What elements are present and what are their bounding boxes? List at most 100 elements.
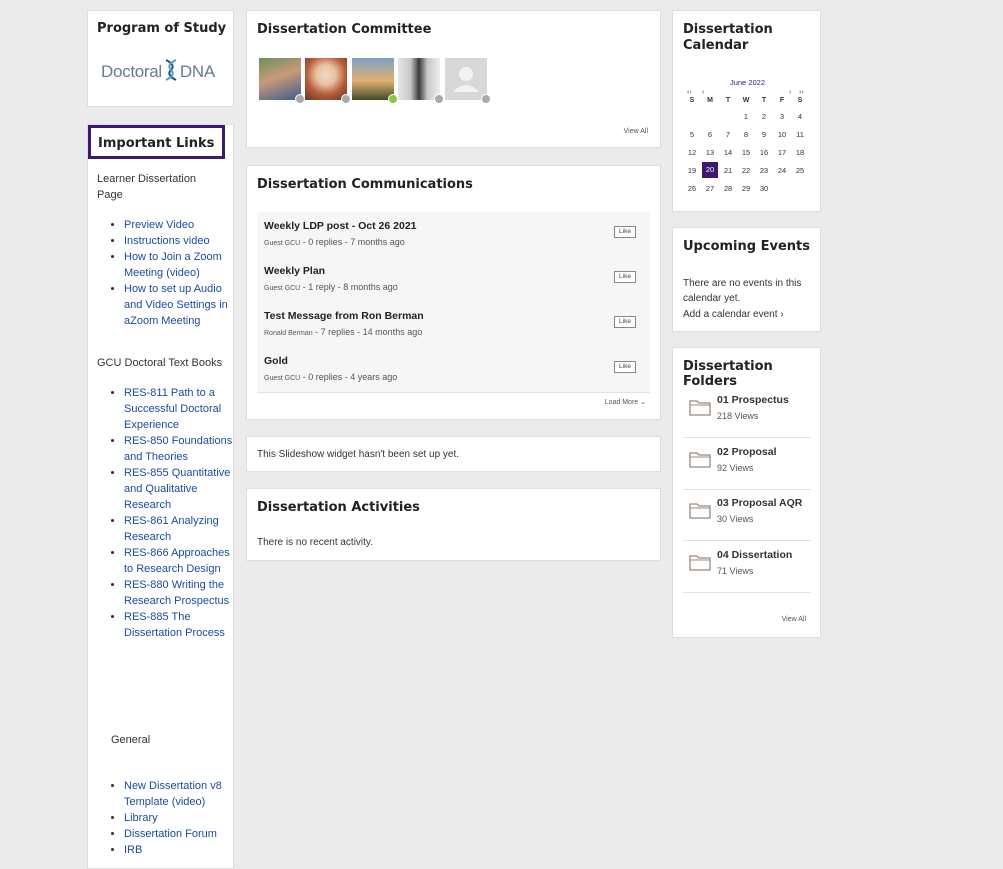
post-title[interactable]: Weekly Plan (264, 265, 325, 277)
calendar-day[interactable]: 30 (756, 184, 772, 193)
committee-member-avatar[interactable] (352, 58, 394, 100)
post-author[interactable]: Guest GCU (264, 285, 300, 292)
folder-icon (689, 553, 711, 576)
textbook-link[interactable]: RES-855 Quantitative and Qualitative Res… (124, 467, 230, 511)
list-item: Preview Video (124, 217, 234, 233)
weekday-header: S (689, 97, 695, 104)
post-age: 14 months ago (362, 327, 423, 337)
folder-name[interactable]: 03 Proposal AQR (717, 497, 802, 509)
calendar-day[interactable]: 11 (792, 130, 808, 139)
calendar-title: Dissertation Calendar (683, 22, 773, 53)
learner-link[interactable]: Instructions video (124, 235, 210, 247)
calendar-day[interactable]: 4 (792, 112, 808, 121)
calendar-day[interactable]: 23 (756, 166, 772, 175)
communication-post[interactable]: Test Message from Ron Berman Ronald Berma… (257, 302, 650, 348)
communications-title: Dissertation Communications (257, 177, 473, 192)
folder-item[interactable]: 04 Dissertation 71 Views (683, 541, 811, 593)
folders-view-all-link[interactable]: View All (782, 616, 806, 623)
calendar-day[interactable]: 26 (684, 184, 700, 193)
communication-post[interactable]: Gold Guest GCU - 0 replies - 4 years ago L… (257, 347, 650, 393)
load-more-link[interactable]: Load More ⌄ (605, 398, 646, 406)
learner-link[interactable]: Preview Video (124, 219, 194, 231)
textbook-link[interactable]: RES-866 Approaches to Research Design (124, 547, 230, 575)
calendar-day[interactable]: 14 (720, 148, 736, 157)
calendar-day[interactable]: 17 (774, 148, 790, 157)
program-of-study-widget: Program of Study Doctoral DNA (87, 10, 234, 107)
presence-status-dot (388, 94, 398, 104)
list-item: RES-861 Analyzing Research (124, 513, 234, 545)
presence-status-dot (434, 94, 444, 104)
dna-helix-icon (164, 59, 178, 86)
general-link[interactable]: Library (124, 812, 158, 824)
committee-member-avatar[interactable] (398, 58, 440, 100)
calendar-day[interactable]: 18 (792, 148, 808, 157)
post-author[interactable]: Guest GCU (264, 240, 300, 247)
calendar-day[interactable]: 9 (756, 130, 772, 139)
committee-member-avatar[interactable] (305, 58, 347, 100)
chevron-down-icon: ⌄ (640, 399, 646, 406)
post-title[interactable]: Test Message from Ron Berman (264, 310, 424, 322)
calendar-day[interactable]: 12 (684, 148, 700, 157)
list-item: IRB (124, 842, 236, 858)
learner-link[interactable]: How to set up Audio and Video Settings i… (124, 283, 228, 327)
next-month-button[interactable]: › (789, 89, 791, 96)
like-button[interactable]: Like (614, 271, 636, 283)
calendar-day[interactable]: 19 (684, 166, 700, 175)
dissertation-activities-widget: Dissertation Activities There is no rece… (246, 488, 661, 561)
next-year-button[interactable]: ›› (799, 89, 804, 96)
general-links-list: New Dissertation v8 Template (video) Libr… (97, 778, 236, 858)
post-author[interactable]: Ronald Berman (264, 330, 313, 337)
add-calendar-event-link[interactable]: Add a calendar event › (683, 309, 784, 320)
like-button[interactable]: Like (614, 226, 636, 238)
calendar-day[interactable]: 29 (738, 184, 754, 193)
folder-item[interactable]: 03 Proposal AQR 30 Views (683, 489, 811, 541)
textbook-link[interactable]: RES-850 Foundations and Theories (124, 435, 232, 463)
calendar-day[interactable]: 27 (702, 184, 718, 193)
calendar-day[interactable]: 10 (774, 130, 790, 139)
calendar-day[interactable]: 1 (738, 112, 754, 121)
communication-post[interactable]: Weekly Plan Guest GCU - 1 reply - 8 month… (257, 257, 650, 303)
learner-link[interactable]: How to Join a Zoom Meeting (video) (124, 251, 222, 279)
calendar-day[interactable]: 6 (702, 130, 718, 139)
textbook-link[interactable]: RES-861 Analyzing Research (124, 515, 219, 543)
communication-post[interactable]: Weekly LDP post - Oct 26 2021 Guest GCU -… (257, 212, 650, 258)
general-link[interactable]: Dissertation Forum (124, 828, 217, 840)
calendar-day[interactable]: 13 (702, 148, 718, 157)
folder-name[interactable]: 02 Proposal (717, 446, 777, 458)
textbook-link[interactable]: RES-811 Path to a Successful Doctoral Ex… (124, 387, 221, 431)
prev-year-button[interactable]: ‹‹ (687, 89, 692, 96)
post-title[interactable]: Weekly LDP post - Oct 26 2021 (264, 220, 417, 232)
committee-member-avatar[interactable] (445, 58, 487, 100)
folder-views: 30 Views (717, 514, 754, 524)
general-link[interactable]: IRB (124, 844, 142, 856)
calendar-day[interactable]: 2 (756, 112, 772, 121)
calendar-day[interactable]: 24 (774, 166, 790, 175)
post-author[interactable]: Guest GCU (264, 375, 300, 382)
calendar-day[interactable]: 3 (774, 112, 790, 121)
list-item: New Dissertation v8 Template (video) (124, 778, 236, 810)
committee-view-all-link[interactable]: View All (624, 128, 648, 135)
calendar-month-label[interactable]: June 2022 (673, 78, 822, 87)
folder-item[interactable]: 02 Proposal 92 Views (683, 438, 811, 490)
calendar-day[interactable]: 16 (756, 148, 772, 157)
folder-name[interactable]: 01 Prospectus (717, 394, 789, 406)
calendar-day[interactable]: 21 (720, 166, 736, 175)
calendar-day[interactable]: 5 (684, 130, 700, 139)
like-button[interactable]: Like (614, 361, 636, 373)
calendar-day[interactable]: 25 (792, 166, 808, 175)
prev-month-button[interactable]: ‹ (702, 89, 704, 96)
calendar-day[interactable]: 15 (738, 148, 754, 157)
committee-member-avatar[interactable] (259, 58, 301, 100)
textbook-link[interactable]: RES-885 The Dissertation Process (124, 611, 225, 639)
calendar-today[interactable]: 20 (702, 162, 718, 178)
like-button[interactable]: Like (614, 316, 636, 328)
folder-item[interactable]: 01 Prospectus 218 Views (683, 386, 811, 438)
general-link[interactable]: New Dissertation v8 Template (video) (124, 780, 222, 808)
folder-name[interactable]: 04 Dissertation (717, 549, 792, 561)
calendar-day[interactable]: 22 (738, 166, 754, 175)
calendar-day[interactable]: 28 (720, 184, 736, 193)
calendar-day[interactable]: 8 (738, 130, 754, 139)
post-title[interactable]: Gold (264, 355, 288, 367)
calendar-day[interactable]: 7 (720, 130, 736, 139)
textbook-link[interactable]: RES-880 Writing the Research Prospectus (124, 579, 229, 607)
